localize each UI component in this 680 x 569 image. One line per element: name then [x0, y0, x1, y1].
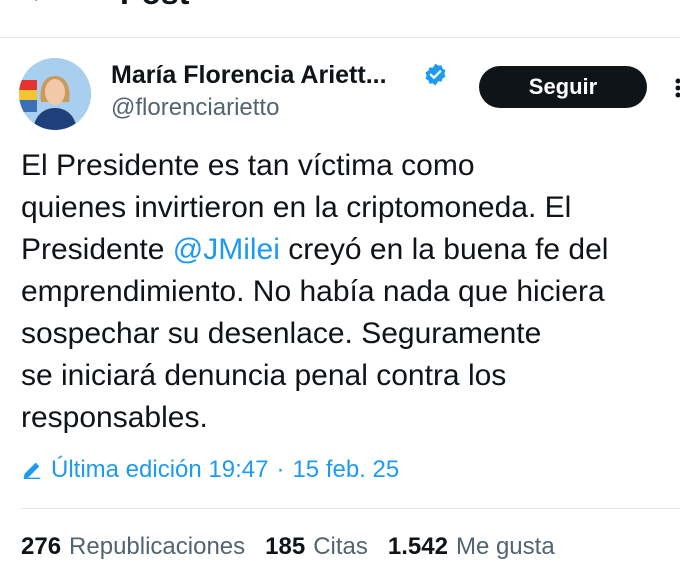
avatar-photo	[19, 58, 91, 130]
tweet-line: emprendimiento. No había nada que hicier…	[21, 275, 605, 308]
edit-separator: ·	[276, 456, 285, 483]
verified-badge-icon	[425, 63, 446, 86]
reposts-stat[interactable]: 276 Republicaciones	[21, 532, 245, 562]
divider	[0, 37, 680, 38]
reposts-label: Republicaciones	[69, 533, 246, 560]
reposts-count: 276	[21, 533, 62, 560]
tweet-line: se iniciará denuncia penal contra los	[21, 359, 507, 392]
follow-button[interactable]: Seguir	[479, 66, 647, 108]
divider	[21, 508, 680, 509]
tweet-line: sospechar su desenlace. Seguramente	[21, 317, 542, 350]
pencil-icon	[23, 462, 41, 479]
likes-count: 1.542	[387, 533, 448, 560]
engagement-stats: 276 Republicaciones 185 Citas 1.542 Me gust…	[21, 532, 575, 562]
avatar[interactable]	[19, 58, 91, 130]
likes-stat[interactable]: 1.542 Me gusta	[388, 532, 555, 562]
tweet-line: Presidente @JMilei creyó en la buena fe …	[21, 229, 676, 271]
tweet-line-text: Presidente	[21, 233, 173, 266]
quotes-count: 185	[265, 533, 306, 560]
tweet-line: responsables.	[21, 401, 208, 434]
edit-history-link[interactable]: Última edición 19:47 · 15 feb. 25	[21, 455, 399, 485]
tweet-line: quienes invirtieron en la criptomoneda. …	[21, 191, 572, 224]
mention-link[interactable]: @JMilei	[173, 233, 280, 266]
edit-label: Última edición 19:47	[51, 456, 269, 483]
quotes-label: Citas	[313, 533, 368, 560]
page-title: Post	[120, 0, 189, 10]
author-name[interactable]: María Florencia Ariett...	[111, 60, 387, 90]
more-options-icon[interactable]	[668, 73, 680, 103]
quotes-stat[interactable]: 185 Citas	[265, 532, 368, 562]
arrow-left-icon[interactable]: ←	[26, 0, 56, 8]
likes-label: Me gusta	[455, 533, 555, 560]
top-bar: ← Post	[0, 0, 680, 38]
tweet-line: El Presidente es tan víctima como	[21, 149, 475, 182]
author-handle[interactable]: @florenciarietto	[111, 94, 279, 122]
tweet-line-text: creyó en la buena fe del	[279, 233, 609, 266]
edit-date: 15 feb. 25	[292, 456, 400, 483]
tweet-text: El Presidente es tan víctima como quiene…	[21, 145, 676, 439]
